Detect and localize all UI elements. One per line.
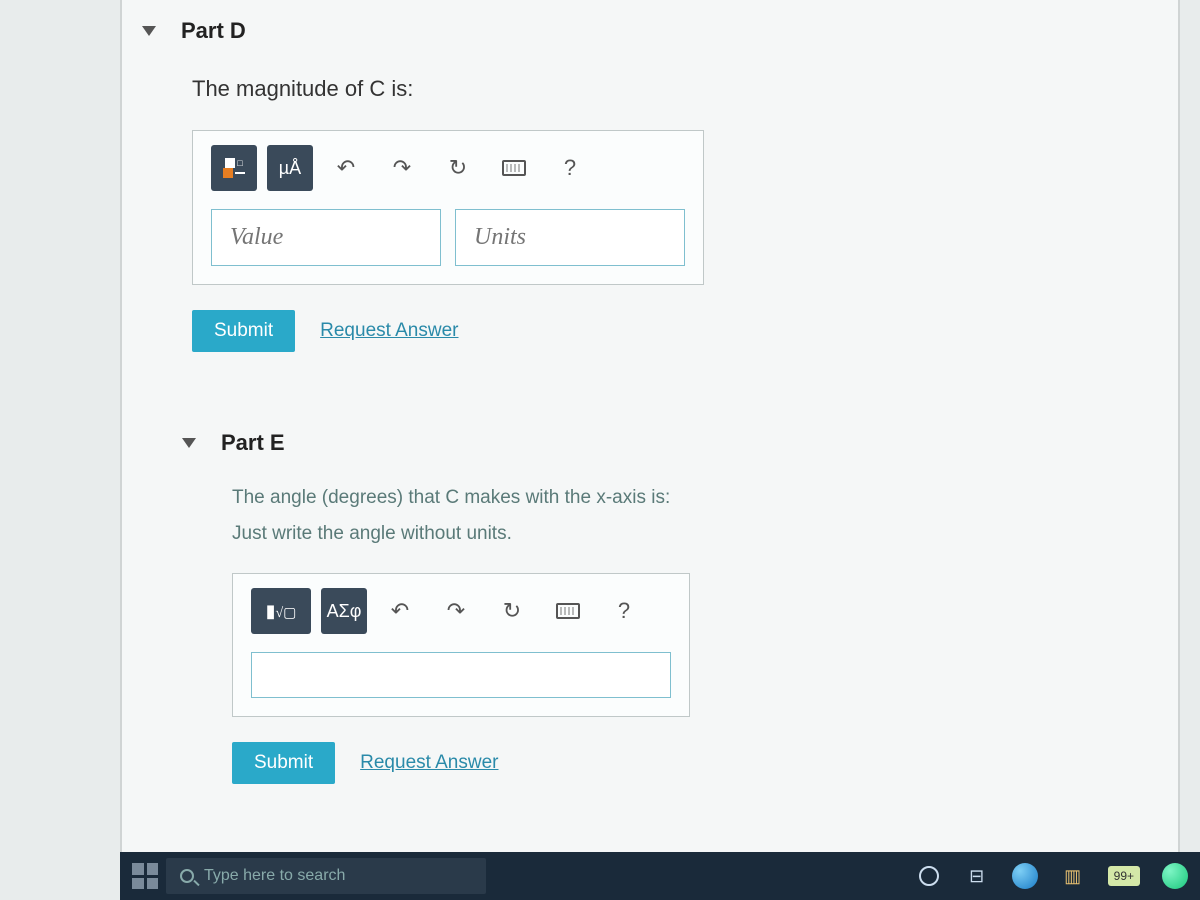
part-e-answer-box: ▮√▢ ΑΣφ ↶ ↷ ↻ ? <box>232 573 690 717</box>
units-input[interactable] <box>455 209 685 266</box>
reset-button[interactable]: ↻ <box>435 145 481 191</box>
notification-badge[interactable]: 99+ <box>1108 866 1140 886</box>
sqrt-icon: ▮√▢ <box>266 601 297 622</box>
part-d-body: The magnitude of C is: □ µÅ ↶ ↷ <box>122 62 1178 372</box>
greek-label: ΑΣφ <box>327 601 362 622</box>
part-d-header[interactable]: Part D <box>122 0 1178 62</box>
chevron-down-icon <box>182 438 196 448</box>
page-content: Part D The magnitude of C is: □ µÅ ↶ <box>120 0 1180 860</box>
part-e-body: The angle (degrees) that C makes with th… <box>122 474 1178 804</box>
part-e-actions: Submit Request Answer <box>232 742 1148 784</box>
help-icon: ? <box>618 598 630 624</box>
redo-button[interactable]: ↷ <box>379 145 425 191</box>
reset-button[interactable]: ↻ <box>489 588 535 634</box>
keyboard-button[interactable] <box>545 588 591 634</box>
cortana-icon[interactable] <box>916 863 942 889</box>
fraction-icon: □ <box>223 158 245 178</box>
undo-button[interactable]: ↶ <box>323 145 369 191</box>
help-button[interactable]: ? <box>547 145 593 191</box>
chevron-down-icon <box>142 26 156 36</box>
part-d-prompt: The magnitude of C is: <box>192 72 1148 105</box>
search-placeholder: Type here to search <box>204 867 345 885</box>
undo-icon: ↶ <box>391 598 409 624</box>
keyboard-icon <box>556 603 580 619</box>
undo-icon: ↶ <box>337 155 355 181</box>
taskbar-tray: ⊟ ▥ 99+ <box>916 863 1188 889</box>
redo-button[interactable]: ↷ <box>433 588 479 634</box>
submit-button[interactable]: Submit <box>192 310 295 352</box>
request-answer-link[interactable]: Request Answer <box>320 320 458 342</box>
part-e-header[interactable]: Part E <box>122 412 1178 474</box>
reset-icon: ↻ <box>449 155 467 181</box>
value-input[interactable] <box>211 209 441 266</box>
part-d-title: Part D <box>181 18 246 44</box>
redo-icon: ↷ <box>393 155 411 181</box>
request-answer-link[interactable]: Request Answer <box>360 752 498 774</box>
templates-button[interactable]: □ <box>211 145 257 191</box>
explorer-icon[interactable]: ▥ <box>1060 863 1086 889</box>
keyboard-button[interactable] <box>491 145 537 191</box>
taskbar: Type here to search ⊟ ▥ 99+ <box>120 852 1200 900</box>
submit-button[interactable]: Submit <box>232 742 335 784</box>
greek-chars-button[interactable]: ΑΣφ <box>321 588 367 634</box>
edge-icon[interactable] <box>1012 863 1038 889</box>
angle-input[interactable] <box>251 652 671 698</box>
start-button[interactable] <box>132 863 158 889</box>
part-d-actions: Submit Request Answer <box>192 310 1148 352</box>
task-view-icon[interactable]: ⊟ <box>964 863 990 889</box>
part-e-prompt2: Just write the angle without units. <box>232 520 1148 549</box>
templates-sqrt-button[interactable]: ▮√▢ <box>251 588 311 634</box>
reset-icon: ↻ <box>503 598 521 624</box>
special-chars-button[interactable]: µÅ <box>267 145 313 191</box>
redo-icon: ↷ <box>447 598 465 624</box>
help-icon: ? <box>564 155 576 181</box>
part-d-toolbar: □ µÅ ↶ ↷ ↻ <box>211 145 685 191</box>
undo-button[interactable]: ↶ <box>377 588 423 634</box>
part-d-answer-box: □ µÅ ↶ ↷ ↻ <box>192 130 704 285</box>
taskbar-search[interactable]: Type here to search <box>166 858 486 894</box>
keyboard-icon <box>502 160 526 176</box>
help-button[interactable]: ? <box>601 588 647 634</box>
part-e-title: Part E <box>221 430 285 456</box>
search-icon <box>180 869 194 883</box>
part-e-prompt1: The angle (degrees) that C makes with th… <box>232 484 1148 513</box>
part-d-inputs <box>211 209 685 266</box>
app-icon[interactable] <box>1162 863 1188 889</box>
part-e-toolbar: ▮√▢ ΑΣφ ↶ ↷ ↻ ? <box>251 588 671 634</box>
special-chars-label: µÅ <box>279 158 301 179</box>
